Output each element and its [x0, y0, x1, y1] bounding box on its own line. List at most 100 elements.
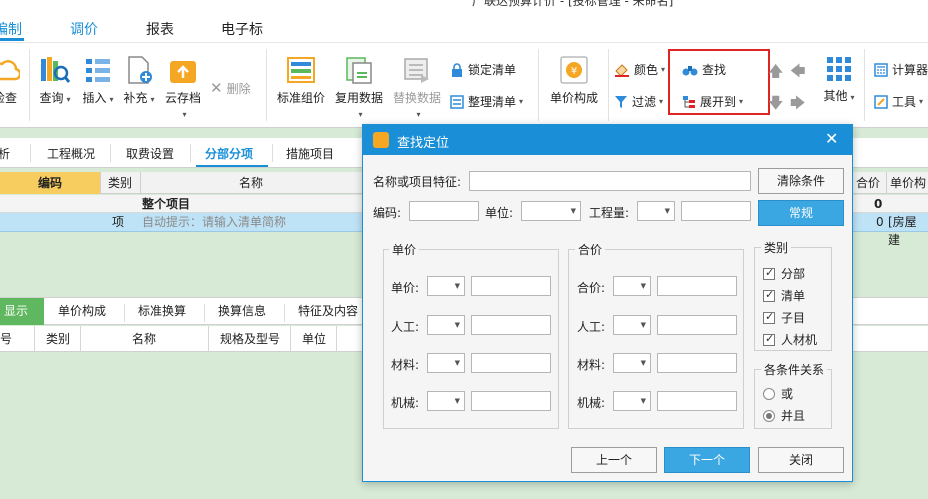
tab-analysis[interactable]: 析 — [0, 145, 10, 162]
quantity-input[interactable] — [681, 201, 751, 221]
menu-tab-report[interactable]: 报表 — [146, 19, 174, 39]
calculator-button[interactable]: 计算器 — [874, 61, 928, 78]
total-price-group-title: 合价 — [575, 241, 606, 258]
row-total: 0 — [876, 215, 884, 229]
move-right-button[interactable]: 🡆 — [790, 93, 806, 118]
replace-data-button[interactable]: 替换数据▾ — [390, 55, 444, 120]
header-spec: 规格及型号 — [220, 332, 281, 346]
insert-button[interactable]: 插入 ▾ — [82, 55, 114, 106]
chevron-down-icon: ▾ — [358, 110, 363, 119]
check-button[interactable]: 检查 — [0, 55, 22, 106]
column-divider — [290, 326, 291, 352]
tab-measures[interactable]: 措施项目 — [286, 145, 334, 162]
find-highlight-box — [668, 49, 770, 115]
total-machinery-input[interactable] — [657, 391, 737, 411]
delete-button[interactable]: ✕ 删除 — [210, 79, 251, 97]
name-input[interactable] — [469, 171, 751, 191]
menu-tab-e-bid[interactable]: 电子标 — [221, 19, 263, 39]
labor-input[interactable] — [471, 315, 551, 335]
material-operator-select[interactable]: ▼ — [427, 353, 465, 373]
category-checkbox-division[interactable]: 分部 — [763, 265, 805, 282]
move-up-button[interactable]: 🡅 — [768, 61, 783, 86]
machinery-operator-select[interactable]: ▼ — [427, 391, 465, 411]
mode-button[interactable]: 常规 — [758, 200, 844, 226]
chevron-down-icon: ▼ — [640, 321, 646, 329]
relation-radio-or[interactable]: 或 — [763, 385, 793, 402]
filter-button[interactable]: 过滤 ▾ — [614, 93, 663, 110]
tab-separator — [284, 304, 285, 322]
organize-list-button[interactable]: 整理清单 ▾ — [450, 93, 523, 110]
tools-button[interactable]: 工具 ▾ — [874, 93, 923, 110]
tab-conversion-info[interactable]: 换算信息 — [218, 298, 266, 325]
total-labor-input[interactable] — [657, 315, 737, 335]
tools-icon — [874, 94, 888, 109]
tab-display[interactable]: 显示 — [0, 298, 44, 325]
supplement-button[interactable]: 补充 ▾ — [122, 55, 156, 106]
tab-sub-items[interactable]: 分部分项 — [205, 145, 253, 162]
menu-tab-edit[interactable]: 编制 — [0, 19, 22, 39]
relation-radio-and[interactable]: 并且 — [763, 407, 805, 424]
next-button[interactable]: 下一个 — [664, 447, 750, 473]
tab-separator — [110, 144, 111, 162]
machinery-input[interactable] — [471, 391, 551, 411]
unit-select[interactable]: ▼ — [521, 201, 581, 221]
reuse-data-button[interactable]: 复用数据▾ — [332, 55, 386, 120]
delete-x-icon: ✕ — [210, 79, 223, 97]
total-machinery-operator-select[interactable]: ▼ — [613, 391, 651, 411]
menu-tab-adjust-price[interactable]: 调价 — [70, 19, 98, 39]
window-title: 广联达预算计价 - [投标管理 - 未命名] — [472, 0, 674, 8]
tab-standard-conversion[interactable]: 标准换算 — [138, 298, 186, 325]
total-material-label: 材料: — [577, 358, 606, 372]
ribbon-separator — [608, 49, 609, 121]
move-left-button[interactable]: 🡄 — [790, 61, 806, 86]
dialog-title-bar[interactable]: 查找定位 ✕ — [363, 125, 852, 155]
grid-menu-icon — [827, 57, 851, 81]
material-input[interactable] — [471, 353, 551, 373]
tab-unit-price-compose[interactable]: 单价构成 — [58, 298, 106, 325]
lock-list-button[interactable]: 锁定清单 — [450, 61, 516, 78]
query-button[interactable]: 查询 ▾ — [38, 55, 72, 106]
chevron-down-icon: ▼ — [664, 207, 670, 215]
unit-price-group-title: 单价 — [389, 241, 420, 258]
standard-price-button[interactable]: 标准组价 — [274, 55, 328, 106]
arrow-right-icon: 🡆 — [790, 94, 806, 112]
tab-project-overview[interactable]: 工程概况 — [47, 145, 95, 162]
category-checkbox-list[interactable]: 清单 — [763, 287, 805, 304]
previous-button[interactable]: 上一个 — [571, 447, 657, 473]
header-number: 号 — [0, 332, 13, 346]
code-input[interactable] — [409, 201, 479, 221]
ribbon-separator — [538, 49, 539, 121]
chevron-down-icon: ▼ — [454, 359, 460, 367]
unit-price-input[interactable] — [471, 276, 551, 296]
tab-separator — [272, 144, 273, 162]
category-checkbox-resources[interactable]: 人材机 — [763, 331, 817, 348]
replace-data-icon — [404, 58, 429, 83]
unit-price-compose-button[interactable]: ¥ 单价构成 — [546, 55, 602, 106]
tab-fee-settings[interactable]: 取费设置 — [126, 145, 174, 162]
radio-off-icon — [763, 387, 775, 400]
total-material-operator-select[interactable]: ▼ — [613, 353, 651, 373]
color-button[interactable]: 颜色 ▾ — [614, 61, 665, 78]
books-search-icon — [41, 57, 71, 83]
other-button[interactable]: 其他 ▾ — [822, 55, 856, 104]
clear-conditions-button[interactable]: 清除条件 — [758, 168, 844, 194]
add-document-icon — [128, 56, 152, 84]
unit-price-operator-select[interactable]: ▼ — [427, 276, 465, 296]
total-price-input[interactable] — [657, 276, 737, 296]
row-name[interactable]: 自动提示：请输入清单简称 — [142, 213, 286, 231]
close-icon[interactable]: ✕ — [825, 129, 838, 148]
calculator-icon — [874, 62, 888, 77]
category-checkbox-subitem[interactable]: 子目 — [763, 309, 805, 326]
tab-features[interactable]: 特征及内容 — [298, 298, 358, 325]
total-price-operator-select[interactable]: ▼ — [613, 276, 651, 296]
total-labor-operator-select[interactable]: ▼ — [613, 315, 651, 335]
price-table-icon — [287, 57, 315, 83]
labor-operator-select[interactable]: ▼ — [427, 315, 465, 335]
quantity-operator-select[interactable]: ▼ — [637, 201, 675, 221]
move-down-button[interactable]: 🡇 — [768, 93, 783, 118]
close-button[interactable]: 关闭 — [758, 447, 844, 473]
row-name: 整个项目 — [142, 197, 191, 211]
cloud-save-button[interactable]: 云存档▾ — [163, 55, 203, 120]
total-material-input[interactable] — [657, 353, 737, 373]
checkbox-checked-icon — [763, 332, 775, 346]
